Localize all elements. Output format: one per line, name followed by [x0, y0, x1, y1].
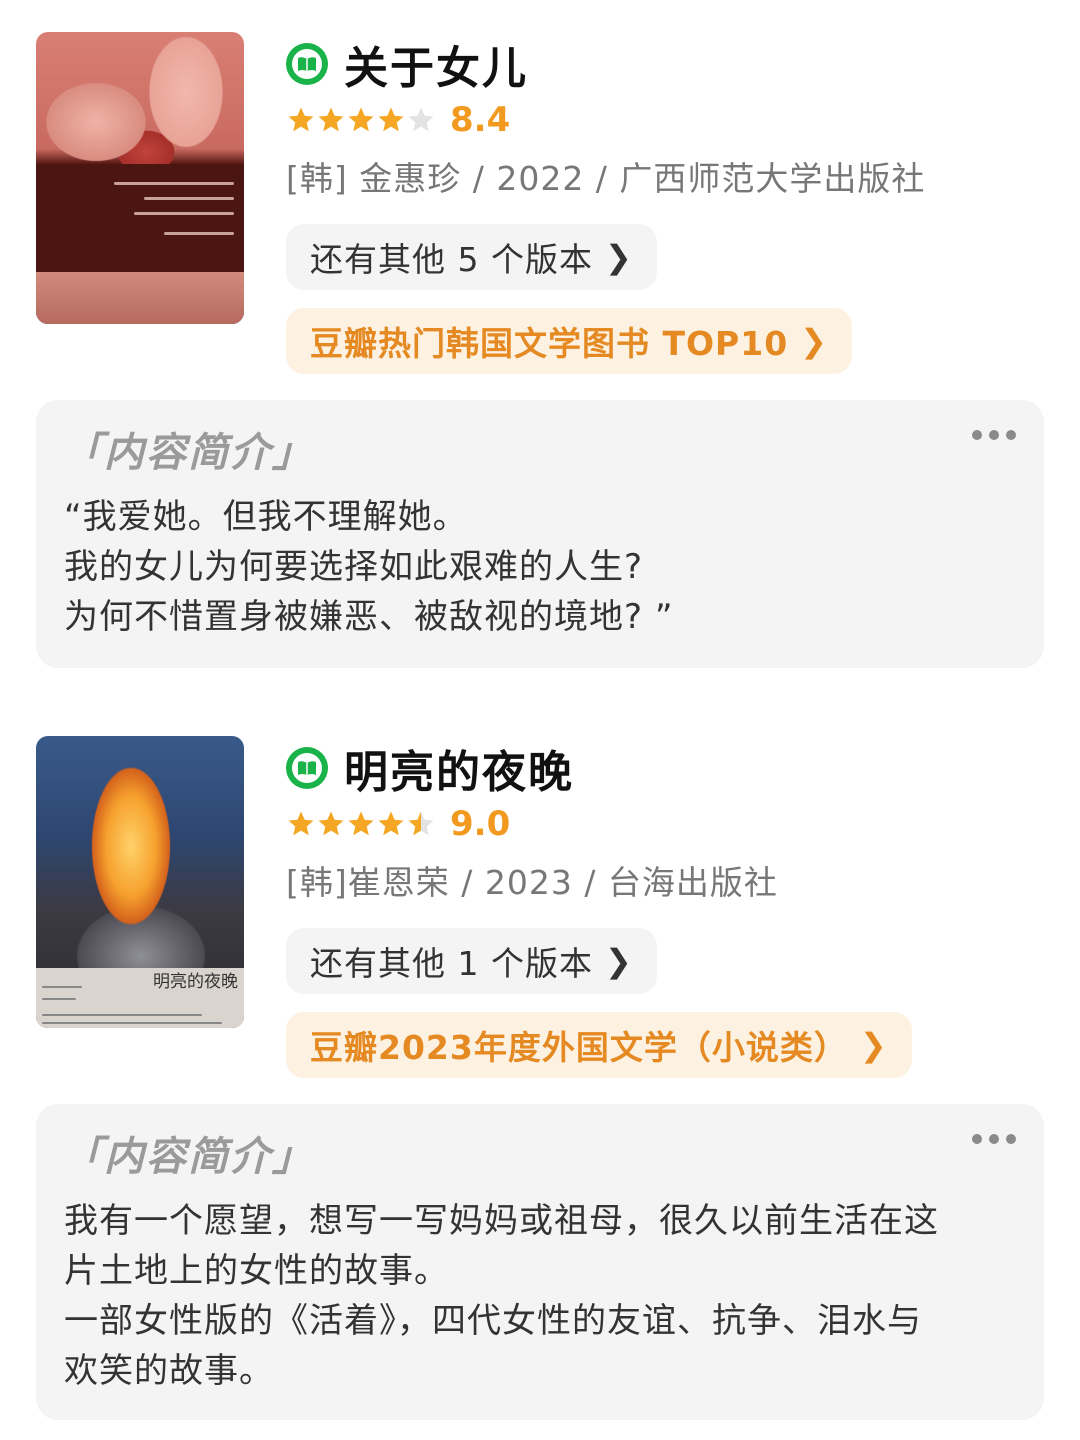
other-editions-label: 还有其他 1 个版本: [310, 944, 593, 983]
rating-row: 9.0: [286, 802, 510, 846]
douban-book-icon: [286, 43, 328, 85]
chevron-right-icon: ❯: [604, 238, 633, 276]
star-icon: [378, 107, 404, 132]
rating-score: 9.0: [450, 804, 511, 844]
book-meta: [韩]崔恩荣 / 2023 / 台海出版社: [286, 863, 778, 902]
more-options-icon[interactable]: [972, 1134, 1016, 1144]
star-icon: [408, 107, 434, 132]
book-title: 明亮的夜晚: [344, 747, 574, 798]
book-title-row[interactable]: 关于女儿: [286, 36, 528, 94]
rating-row: 8.4: [286, 98, 510, 142]
ranking-tag-label: 豆瓣2023年度外国文学（小说类）: [310, 1028, 848, 1067]
intro-heading: 「内容简介」: [62, 430, 314, 476]
star-icon: [318, 107, 344, 132]
ranking-tag-label: 豆瓣热门韩国文学图书 TOP10: [310, 324, 789, 363]
intro-heading: 「内容简介」: [62, 1134, 314, 1180]
cover-band: [36, 164, 244, 274]
book-cover-image[interactable]: [36, 32, 244, 324]
star-icon: [348, 811, 374, 836]
rating-score: 8.4: [450, 100, 511, 140]
cover-title: 明亮的夜晚: [153, 972, 238, 992]
intro-text: 我有一个愿望，想写一写妈妈或祖母，很久以前生活在这 片土地上的女性的故事。 一部…: [64, 1201, 939, 1391]
book-meta: [韩] 金惠珍 / 2022 / 广西师范大学出版社: [286, 159, 926, 198]
ranking-tag-button[interactable]: 豆瓣热门韩国文学图书 TOP10 ❯: [286, 308, 852, 374]
ranking-tag-button[interactable]: 豆瓣2023年度外国文学（小说类） ❯: [286, 1012, 912, 1078]
other-editions-button[interactable]: 还有其他 5 个版本 ❯: [286, 224, 657, 290]
other-editions-label: 还有其他 5 个版本: [310, 240, 593, 279]
more-options-icon[interactable]: [972, 430, 1016, 440]
chevron-right-icon: ❯: [859, 1026, 888, 1064]
book-entry-2: 明亮的夜晚 明亮的夜晚 9.0 [韩]崔恩荣 / 2023 / 台海出版社 还有…: [36, 736, 1046, 1081]
book-entry-1: 关于女儿 8.4 [韩] 金惠珍 / 2022 / 广西师范大学出版社 还有其他…: [36, 32, 1046, 377]
star-rating: [286, 105, 436, 135]
intro-card: 「内容简介」 我有一个愿望，想写一写妈妈或祖母，很久以前生活在这 片土地上的女性…: [36, 1104, 1044, 1420]
book-title: 关于女儿: [344, 43, 528, 94]
douban-book-icon: [286, 747, 328, 789]
star-icon: [288, 107, 314, 132]
book-cover-image[interactable]: 明亮的夜晚: [36, 736, 244, 1028]
intro-text: “我爱她。但我不理解她。 我的女儿为何要选择如此艰难的人生? 为何不惜置身被嫌恶…: [64, 497, 674, 637]
other-editions-button[interactable]: 还有其他 1 个版本 ❯: [286, 928, 657, 994]
chevron-right-icon: ❯: [604, 942, 633, 980]
star-icon: [288, 811, 314, 836]
star-icon: [408, 811, 434, 836]
star-rating: [286, 809, 436, 839]
chevron-right-icon: ❯: [800, 322, 828, 360]
star-icon: [318, 811, 344, 836]
intro-card: 「内容简介」 “我爱她。但我不理解她。 我的女儿为何要选择如此艰难的人生? 为何…: [36, 400, 1044, 668]
book-title-row[interactable]: 明亮的夜晚: [286, 740, 574, 798]
star-icon: [348, 107, 374, 132]
star-icon: [378, 811, 404, 836]
